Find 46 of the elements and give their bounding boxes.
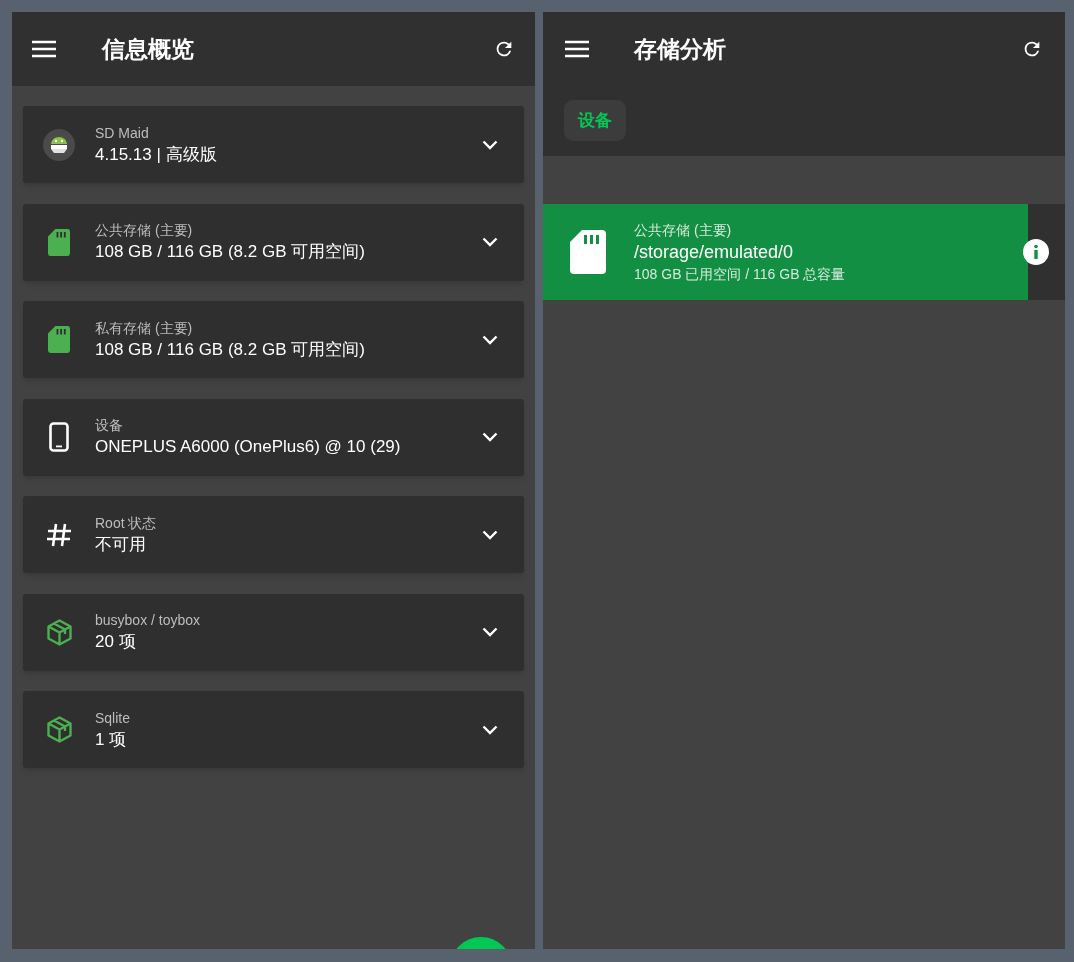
card-label: Root 状态 [95, 513, 158, 533]
chevron-down-icon[interactable] [482, 432, 498, 442]
card-label: SD Maid [95, 123, 150, 143]
screen-title: 信息概览 [102, 34, 194, 64]
storage-label: 公共存储 (主要) [634, 221, 733, 240]
info-card[interactable]: 设备 ONEPLUS A6000 (OnePlus6) @ 10 (29) [23, 398, 524, 476]
card-label: 公共存储 (主要) [95, 221, 194, 240]
device-chip[interactable]: 设备 [564, 100, 626, 141]
chevron-down-icon[interactable] [482, 529, 498, 540]
chevron-down-icon[interactable] [482, 627, 498, 637]
package-icon [46, 716, 72, 743]
chevron-down-icon[interactable] [482, 139, 498, 150]
storage-path: /storage/emulated/0 [634, 241, 795, 264]
storage-summary: 108 GB 已用空间 / 116 GB 总容量 [634, 265, 847, 284]
card-value: 不可用 [95, 533, 147, 556]
card-label: 设备 [95, 416, 124, 435]
info-icon[interactable] [1023, 239, 1049, 265]
card-value: 108 GB / 116 GB (8.2 GB 可用空间) [95, 338, 366, 361]
sd-card-icon [48, 326, 70, 353]
info-card[interactable]: busybox / toybox 20 项 [23, 593, 524, 671]
chevron-down-icon[interactable] [482, 724, 498, 735]
info-card[interactable]: 公共存储 (主要) 108 GB / 116 GB (8.2 GB 可用空间) [23, 203, 524, 281]
menu-icon[interactable] [32, 40, 56, 58]
card-value: 1 项 [95, 728, 128, 751]
storage-item[interactable]: 公共存储 (主要) /storage/emulated/0 108 GB 已用空间 / 116 GB 总容量 [543, 204, 1065, 300]
card-value: 108 GB / 116 GB (8.2 GB 可用空间) [95, 241, 366, 263]
card-value: 20 项 [95, 631, 137, 653]
chevron-down-icon[interactable] [482, 334, 498, 345]
info-card[interactable]: Sqlite 1 项 [23, 691, 524, 768]
card-value: ONEPLUS A6000 (OnePlus6) @ 10 (29) [95, 436, 402, 458]
card-label: busybox / toybox [95, 611, 202, 630]
info-card[interactable]: Root 状态 不可用 [23, 496, 524, 573]
card-label: Sqlite [95, 708, 132, 728]
chevron-down-icon[interactable] [482, 237, 498, 247]
hash-icon [46, 521, 72, 548]
screen-title: 存储分析 [634, 34, 726, 64]
sd-card-icon [570, 230, 606, 274]
package-icon [46, 618, 72, 646]
sd-card-icon [48, 228, 70, 256]
info-card[interactable]: 私有存储 (主要) 108 GB / 116 GB (8.2 GB 可用空间) [23, 301, 524, 378]
card-label: 私有存储 (主要) [95, 318, 194, 338]
phone-icon [49, 422, 69, 452]
info-card[interactable]: SD Maid 4.15.13 | 高级版 [23, 106, 524, 183]
menu-icon[interactable] [565, 40, 589, 58]
card-value: 4.15.13 | 高级版 [95, 143, 218, 166]
app-logo-icon [43, 128, 75, 161]
